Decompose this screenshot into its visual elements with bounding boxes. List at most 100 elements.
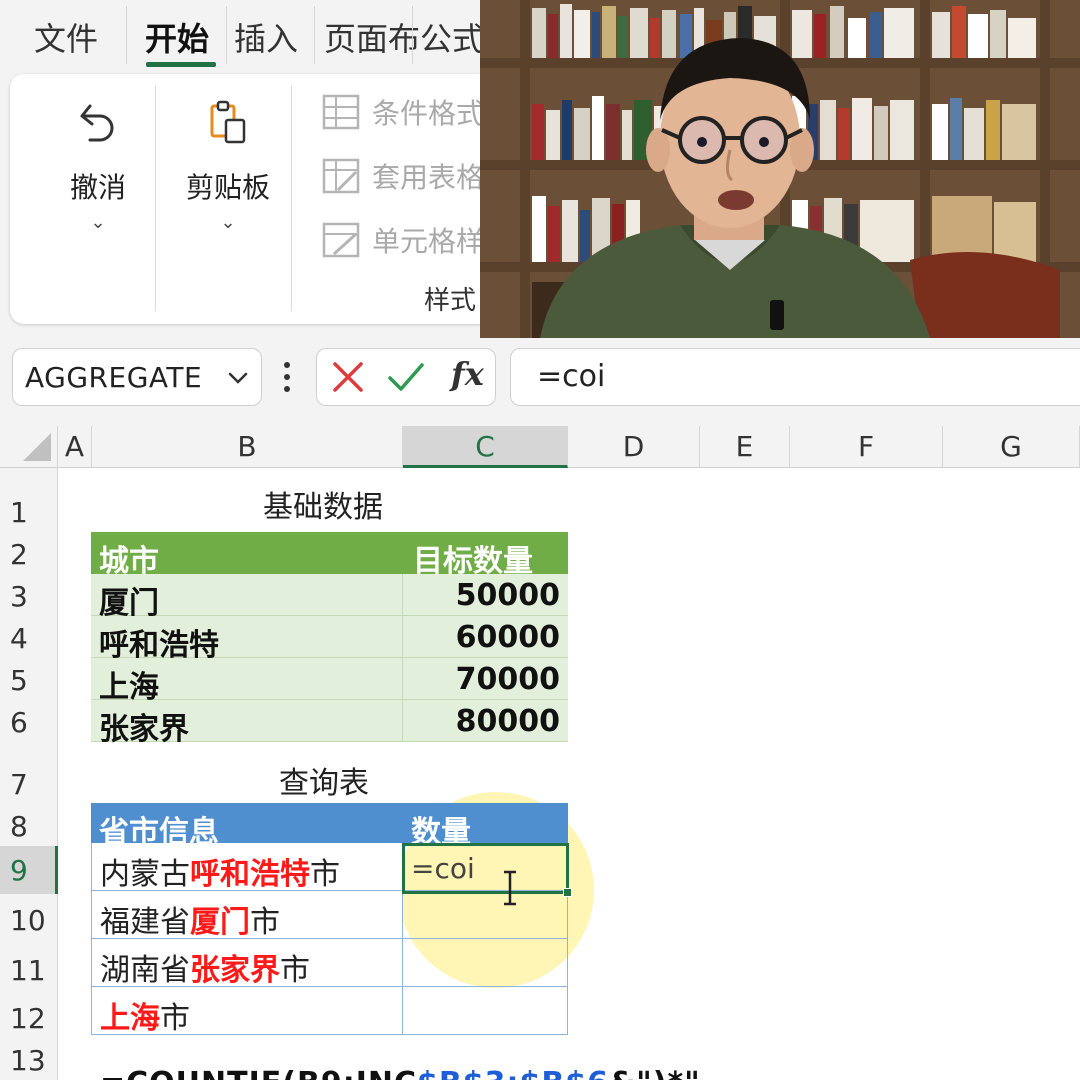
row-header-8[interactable]: 8 [0, 810, 58, 843]
city-highlight: 呼和浩特 [190, 857, 310, 892]
tab-divider [226, 6, 227, 64]
row-header-13[interactable]: 13 [0, 1044, 58, 1077]
formula-text: =coi [537, 359, 606, 394]
ribbon-divider [155, 86, 156, 311]
conditional-format-icon [322, 94, 360, 130]
quantity-cell[interactable] [403, 891, 568, 939]
tab-divider [412, 6, 413, 64]
cell-styles-button[interactable]: 单元格样 [322, 218, 484, 262]
column-header-e[interactable]: E [700, 426, 790, 468]
table-row[interactable]: 张家界 80000 [91, 700, 568, 747]
value-cell: 80000 [455, 704, 560, 739]
row-header-5[interactable]: 5 [0, 664, 58, 697]
insert-function-button[interactable]: fx [451, 355, 484, 393]
chevron-down-icon[interactable] [227, 367, 249, 389]
select-all-button[interactable] [0, 426, 58, 468]
base-table-header: 城市 目标数量 [91, 532, 568, 579]
undo-label: 撤消 [69, 171, 126, 204]
tab-home[interactable]: 开始 [145, 14, 209, 60]
more-options-icon[interactable] [280, 360, 294, 394]
query-table-title: 查询表 [279, 766, 369, 801]
table-row[interactable]: 上海市 [91, 987, 403, 1036]
undo-button[interactable]: 撤消 ⌄ [48, 98, 148, 233]
city-highlight: 上海 [100, 1001, 160, 1036]
fill-handle[interactable] [563, 888, 572, 897]
row-header-9[interactable]: 9 [0, 846, 58, 894]
row-header-10[interactable]: 10 [0, 904, 58, 937]
webcam-overlay [480, 0, 1080, 338]
cell-styles-label: 单元格样 [372, 225, 485, 258]
table-row[interactable]: 呼和浩特 60000 [91, 616, 568, 663]
caption-part-2: $B$3:$B$6 [417, 1066, 609, 1080]
row-header-7[interactable]: 7 [0, 768, 58, 801]
chevron-down-icon[interactable]: ⌄ [168, 212, 288, 233]
value-cell: 70000 [455, 662, 560, 697]
column-header-c[interactable]: C [403, 426, 568, 468]
table-row[interactable]: 上海 70000 [91, 658, 568, 705]
tab-divider [126, 6, 127, 64]
conditional-format-button[interactable]: 条件格式 [322, 90, 484, 134]
conditional-format-label: 条件格式 [372, 97, 485, 130]
base-table-title: 基础数据 [263, 490, 383, 525]
cancel-icon[interactable] [331, 360, 365, 394]
suffix-text: 市 [250, 905, 280, 940]
name-box-value: AGGREGATE [25, 361, 203, 394]
city-highlight: 厦门 [190, 905, 250, 940]
ribbon-panel: 撤消 ⌄ 剪贴板 ⌄ 条件格式 套用表格 单元格样 样式 [10, 74, 510, 324]
province-text: 内蒙古 [100, 857, 190, 892]
city-highlight: 张家界 [190, 953, 280, 988]
table-row[interactable]: 福建省厦门市 [91, 891, 403, 940]
column-header-g[interactable]: G [943, 426, 1080, 468]
city-cell: 张家界 [99, 712, 189, 747]
active-cell-c9[interactable]: =coi [402, 843, 572, 897]
name-box[interactable]: AGGREGATE [12, 348, 262, 406]
clipboard-label: 剪贴板 [185, 171, 270, 204]
quantity-cell[interactable] [403, 939, 568, 987]
column-header-a[interactable]: A [58, 426, 92, 468]
clipboard-icon [210, 100, 246, 144]
caption-part-1: =COUNTIF(B9:INC [100, 1066, 417, 1080]
chevron-down-icon[interactable]: ⌄ [48, 212, 148, 233]
column-header-f[interactable]: F [790, 426, 943, 468]
province-text: 福建省 [100, 905, 190, 940]
suffix-text: 市 [160, 1001, 190, 1036]
tab-formulas[interactable]: 公式 [420, 14, 484, 60]
formula-input[interactable]: =coi [510, 348, 1080, 406]
table-row[interactable]: 内蒙古呼和浩特市 [91, 843, 403, 892]
row-header-2[interactable]: 2 [0, 538, 58, 571]
tab-page-layout[interactable]: 页面布 [324, 14, 420, 60]
suffix-text: 市 [310, 857, 340, 892]
confirm-icon[interactable] [387, 360, 425, 394]
presenter-video [480, 0, 1080, 338]
format-as-table-label: 套用表格 [372, 161, 485, 194]
province-text: 湖南省 [100, 953, 190, 988]
table-row[interactable]: 湖南省张家界市 [91, 939, 403, 988]
column-header-d[interactable]: D [568, 426, 700, 468]
suffix-text: 市 [280, 953, 310, 988]
column-divider [402, 574, 403, 742]
row-header-12[interactable]: 12 [0, 1002, 58, 1035]
row-header-3[interactable]: 3 [0, 580, 58, 613]
row-header-4[interactable]: 4 [0, 622, 58, 655]
styles-group-label: 样式 [424, 286, 477, 316]
column-header-b[interactable]: B [92, 426, 403, 468]
format-as-table-icon [322, 158, 360, 194]
tab-divider [314, 6, 315, 64]
ribbon-divider [291, 86, 292, 311]
row-header-1[interactable]: 1 [0, 496, 58, 529]
tab-insert[interactable]: 插入 [234, 14, 298, 60]
query-table-header: 省市信息 数量 [91, 803, 568, 850]
active-cell-value: =coi [411, 852, 475, 885]
formula-buttons: fx [316, 348, 496, 406]
text-cursor-icon [504, 870, 516, 906]
value-cell: 60000 [455, 620, 560, 655]
tab-file[interactable]: 文件 [34, 14, 98, 60]
table-row[interactable]: 厦门 50000 [91, 574, 568, 621]
format-as-table-button[interactable]: 套用表格 [322, 154, 484, 198]
cell-styles-icon [322, 222, 360, 258]
row-header-6[interactable]: 6 [0, 706, 58, 739]
undo-icon [80, 104, 114, 142]
row-header-11[interactable]: 11 [0, 954, 58, 987]
quantity-cell[interactable] [403, 987, 568, 1035]
clipboard-button[interactable]: 剪贴板 ⌄ [168, 98, 288, 233]
